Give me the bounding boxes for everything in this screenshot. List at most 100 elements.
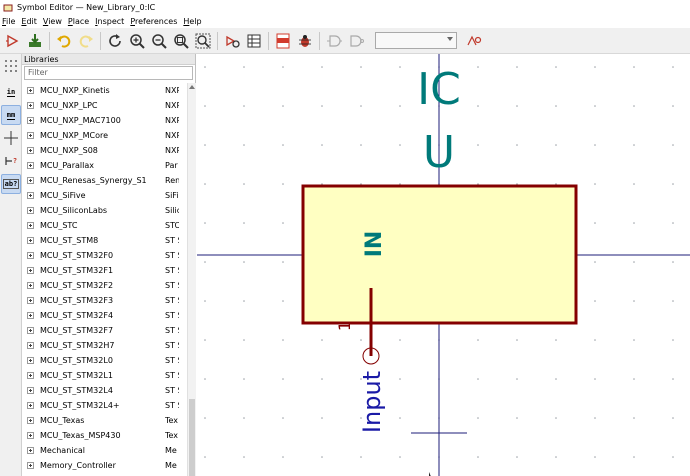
reference-field[interactable]: U bbox=[423, 127, 455, 178]
inch-units-button[interactable]: in bbox=[1, 82, 21, 102]
symbol-canvas[interactable]: IC U IN 1 Input bbox=[197, 54, 690, 476]
expand-icon[interactable] bbox=[27, 132, 34, 139]
expand-icon[interactable] bbox=[27, 222, 34, 229]
expand-icon[interactable] bbox=[27, 342, 34, 349]
zoom-in-button[interactable] bbox=[126, 30, 148, 52]
expand-icon[interactable] bbox=[27, 252, 34, 259]
expand-icon[interactable] bbox=[27, 387, 34, 394]
expand-icon[interactable] bbox=[27, 447, 34, 454]
show-pin-button[interactable] bbox=[463, 30, 485, 52]
zoom-fit-button[interactable] bbox=[170, 30, 192, 52]
grid-toggle-button[interactable] bbox=[1, 56, 21, 76]
library-row[interactable]: MCU_ST_STM32L4 ST S bbox=[22, 383, 186, 398]
pin-name-label: IN bbox=[362, 231, 387, 258]
expand-icon[interactable] bbox=[27, 177, 34, 184]
library-row[interactable]: MCU_ST_STM8 ST S bbox=[22, 233, 186, 248]
pin-table-button[interactable] bbox=[243, 30, 265, 52]
grid-dot bbox=[594, 66, 596, 68]
expand-icon[interactable] bbox=[27, 237, 34, 244]
save-button[interactable] bbox=[24, 30, 46, 52]
cursor-crosshair-button[interactable] bbox=[1, 128, 21, 148]
library-row[interactable]: Mechanical Me bbox=[22, 443, 186, 458]
library-description: Me bbox=[165, 461, 177, 470]
expand-icon[interactable] bbox=[27, 267, 34, 274]
library-filter-input[interactable]: Filter bbox=[24, 66, 193, 80]
library-row[interactable]: MCU_ST_STM32L0 ST S bbox=[22, 353, 186, 368]
value-field[interactable]: IC bbox=[417, 64, 461, 115]
mm-units-button[interactable]: mm bbox=[1, 105, 21, 125]
symbol-drawing[interactable]: IC U IN 1 Input bbox=[197, 54, 690, 476]
new-symbol-button[interactable] bbox=[2, 30, 24, 52]
library-row[interactable]: Memory_Controller Me bbox=[22, 458, 186, 473]
expand-icon[interactable] bbox=[27, 462, 34, 469]
scroll-thumb[interactable] bbox=[189, 399, 195, 476]
expand-icon[interactable] bbox=[27, 162, 34, 169]
library-row[interactable]: MCU_SiFive SiFi bbox=[22, 188, 186, 203]
unit-select[interactable] bbox=[375, 32, 457, 49]
library-row[interactable]: MCU_Texas Tex bbox=[22, 413, 186, 428]
library-row[interactable]: MCU_NXP_MAC7100 NXP bbox=[22, 113, 186, 128]
library-row[interactable]: MCU_ST_STM32L4+ ST S bbox=[22, 398, 186, 413]
library-row[interactable]: MCU_STC STC bbox=[22, 218, 186, 233]
expand-icon[interactable] bbox=[27, 117, 34, 124]
library-row[interactable]: MCU_ST_STM32F2 ST S bbox=[22, 278, 186, 293]
library-row[interactable]: MCU_ST_STM32L1 ST S bbox=[22, 368, 186, 383]
library-row[interactable]: MCU_ST_STM32H7 ST S bbox=[22, 338, 186, 353]
show-hidden-pins-button[interactable]: ? bbox=[1, 151, 21, 171]
zoom-out-button[interactable] bbox=[148, 30, 170, 52]
expand-icon[interactable] bbox=[27, 432, 34, 439]
menu-preferences[interactable]: Preferences bbox=[130, 17, 181, 26]
grid-dot bbox=[672, 222, 674, 224]
expand-icon[interactable] bbox=[27, 207, 34, 214]
grid-dot bbox=[321, 339, 323, 341]
refresh-button[interactable] bbox=[104, 30, 126, 52]
library-tree-scrollbar[interactable] bbox=[187, 83, 196, 476]
expand-icon[interactable] bbox=[27, 372, 34, 379]
library-row[interactable]: MCU_Parallax Par bbox=[22, 158, 186, 173]
menu-inspect[interactable]: Inspect bbox=[95, 17, 128, 26]
library-name: MCU_ST_STM32L4 bbox=[40, 386, 113, 395]
expand-icon[interactable] bbox=[27, 297, 34, 304]
expand-icon[interactable] bbox=[27, 102, 34, 109]
menu-file[interactable]: File bbox=[2, 17, 19, 26]
show-pin-electrical-type-button[interactable]: ab? bbox=[1, 174, 21, 194]
expand-icon[interactable] bbox=[27, 147, 34, 154]
library-row[interactable]: MCU_ST_STM32F1 ST S bbox=[22, 263, 186, 278]
expand-icon[interactable] bbox=[27, 192, 34, 199]
library-row[interactable]: MCU_NXP_LPC NXP bbox=[22, 98, 186, 113]
menu-help[interactable]: Help bbox=[183, 17, 205, 26]
library-row[interactable]: MCU_ST_STM32F0 ST S bbox=[22, 248, 186, 263]
expand-icon[interactable] bbox=[27, 357, 34, 364]
convert-body-button[interactable] bbox=[323, 30, 345, 52]
redo-button[interactable] bbox=[75, 30, 97, 52]
zoom-selection-button[interactable] bbox=[192, 30, 214, 52]
symbol-body-rectangle[interactable] bbox=[301, 184, 578, 325]
expand-icon[interactable] bbox=[27, 312, 34, 319]
menu-edit[interactable]: Edit bbox=[21, 17, 41, 26]
symbol-properties-button[interactable] bbox=[221, 30, 243, 52]
expand-icon[interactable] bbox=[27, 327, 34, 334]
expand-icon[interactable] bbox=[27, 87, 34, 94]
library-name: MCU_ST_STM32F3 bbox=[40, 296, 114, 305]
library-row[interactable]: MCU_NXP_Kinetis NXP bbox=[22, 83, 186, 98]
library-row[interactable]: MCU_ST_STM32F7 ST S bbox=[22, 323, 186, 338]
menu-view[interactable]: View bbox=[43, 17, 66, 26]
erc-button[interactable] bbox=[294, 30, 316, 52]
expand-icon[interactable] bbox=[27, 417, 34, 424]
pin-table-icon bbox=[247, 34, 261, 47]
library-row[interactable]: MCU_ST_STM32F3 ST S bbox=[22, 293, 186, 308]
de-morgan-button[interactable] bbox=[345, 30, 367, 52]
menu-place[interactable]: Place bbox=[68, 17, 93, 26]
expand-icon[interactable] bbox=[27, 402, 34, 409]
library-row[interactable]: MCU_Renesas_Synergy_S1 Ren bbox=[22, 173, 186, 188]
library-row[interactable]: MCU_ST_STM32F4 ST S bbox=[22, 308, 186, 323]
expand-icon[interactable] bbox=[27, 282, 34, 289]
datasheet-button[interactable] bbox=[272, 30, 294, 52]
library-description: ST S bbox=[165, 386, 179, 395]
library-row[interactable]: MCU_SiliconLabs Silic bbox=[22, 203, 186, 218]
scroll-up-icon[interactable] bbox=[189, 85, 195, 89]
library-row[interactable]: MCU_NXP_S08 NXP bbox=[22, 143, 186, 158]
undo-button[interactable] bbox=[53, 30, 75, 52]
library-row[interactable]: MCU_Texas_MSP430 Tex bbox=[22, 428, 186, 443]
library-row[interactable]: MCU_NXP_MCore NXP bbox=[22, 128, 186, 143]
